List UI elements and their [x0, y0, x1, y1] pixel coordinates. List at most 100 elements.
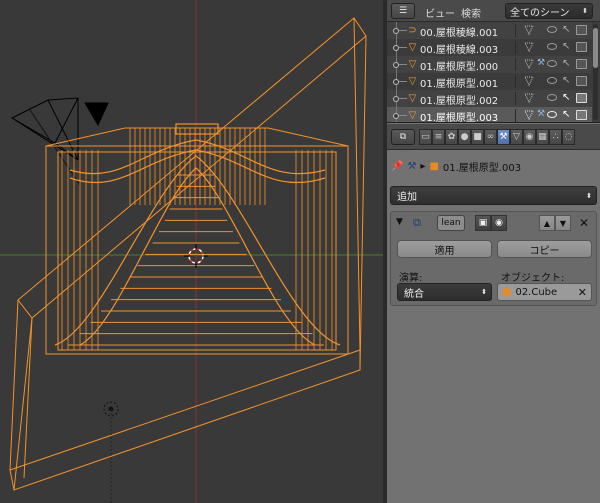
camera-render-icon[interactable]	[576, 42, 587, 52]
render-toggle-icon[interactable]: ▣	[475, 215, 491, 231]
lamp-object	[103, 401, 119, 503]
render-tab-icon[interactable]: ▭	[419, 129, 432, 145]
camera-render-icon[interactable]	[576, 110, 587, 120]
editor-type-menu-icon[interactable]: ☰	[391, 3, 415, 19]
camera-render-icon[interactable]	[576, 59, 587, 69]
modifier-header: ▼ ⧉ lean ▣ ◉ ▲ ▼ ✕	[391, 212, 596, 234]
modifier-name-field[interactable]: lean	[437, 215, 465, 231]
outliner-list: ⊃ 00.屋根稜線.001 ↖ ▽ 00.屋根稜線.003 ↖ ▽ 01.屋根原…	[387, 22, 592, 122]
modifier-move-buttons: ▲ ▼	[539, 215, 571, 231]
view-menu[interactable]: ビュー	[425, 5, 455, 20]
clear-field-icon[interactable]: ✕	[578, 286, 587, 299]
search-menu[interactable]: 検索	[461, 5, 481, 20]
diagonal-plane-bottom	[9, 349, 361, 491]
cursor-select-icon[interactable]: ↖	[562, 109, 570, 120]
outliner-row-label: 00.屋根稜線.001	[420, 28, 499, 39]
outliner-row-label: 01.屋根原型.003	[420, 113, 499, 122]
remove-modifier-close-icon[interactable]: ✕	[579, 216, 589, 230]
operation-label: 演算:	[399, 273, 423, 284]
copy-button[interactable]: コピー	[497, 240, 592, 258]
eye-icon[interactable]	[547, 111, 557, 118]
tree-expand-icon[interactable]	[393, 28, 399, 34]
eye-icon[interactable]	[547, 77, 557, 84]
cursor-select-icon[interactable]: ↖	[562, 92, 570, 103]
properties-body: 📌 ⚒ ▸ ■ 01.屋根原型.003 追加 ⬍ ▼ ⧉ lean ▣ ◉ ▲ …	[387, 151, 600, 503]
outliner-row-label: 01.屋根原型.002	[420, 96, 499, 107]
tree-expand-icon[interactable]	[393, 45, 399, 51]
move-up-icon[interactable]: ▲	[539, 215, 555, 231]
camera-render-icon[interactable]	[576, 76, 587, 86]
vertex-data-icon[interactable]	[523, 92, 535, 104]
mesh-icon: ▽	[408, 76, 417, 87]
vertex-data-icon[interactable]	[523, 24, 535, 36]
cursor-select-icon[interactable]: ↖	[562, 75, 570, 86]
outliner-row[interactable]: ▽ 01.屋根原型.000 ⚒ ↖	[387, 56, 592, 73]
material-tab-icon[interactable]: ◉	[523, 129, 536, 145]
outliner-row-label: 01.屋根原型.000	[420, 62, 499, 73]
3d-viewport[interactable]	[0, 0, 383, 503]
object-field[interactable]: ■ 02.Cube ✕	[497, 283, 592, 301]
modifiers-tab-wrench-icon[interactable]: ⚒	[497, 129, 510, 145]
viewport-toggle-eye-icon[interactable]: ◉	[491, 215, 507, 231]
boolean-modifier-panel: ▼ ⧉ lean ▣ ◉ ▲ ▼ ✕ 適用 コピー 演算: オブジェクト: 統合…	[390, 211, 597, 306]
vertex-data-icon[interactable]	[523, 41, 535, 53]
eye-icon[interactable]	[547, 94, 557, 101]
tree-expand-icon[interactable]	[393, 62, 399, 68]
curve-icon: ⊃	[408, 25, 417, 36]
outliner-row[interactable]: ▽ 01.屋根原型.001 ↖	[387, 73, 592, 90]
object-tab-icon[interactable]: ■	[471, 129, 484, 145]
breadcrumb-arrow-icon: ▸	[420, 161, 426, 172]
constraints-tab-icon[interactable]: ∞	[484, 129, 497, 145]
vertex-data-icon[interactable]	[523, 58, 535, 70]
texture-tab-icon[interactable]: ▦	[536, 129, 549, 145]
wrench-icon[interactable]: ⚒	[537, 58, 545, 68]
cursor-select-icon[interactable]: ↖	[562, 58, 570, 69]
viewport-canvas[interactable]	[0, 0, 383, 503]
mesh-icon: ▽	[408, 42, 417, 53]
move-down-icon[interactable]: ▼	[555, 215, 571, 231]
data-tab-icon[interactable]: ▽	[510, 129, 523, 145]
operation-value: 統合	[404, 288, 424, 300]
render-layers-tab-icon[interactable]: ≡	[432, 129, 445, 145]
pin-icon[interactable]: 📌	[391, 161, 403, 172]
tree-expand-icon[interactable]	[393, 113, 399, 119]
mesh-icon: ▽	[408, 93, 417, 104]
eye-icon[interactable]	[547, 43, 557, 50]
mesh-icon: ▽	[408, 59, 417, 70]
object-hierarchy-icon: ⚒	[407, 161, 417, 172]
object-field-value: 02.Cube	[515, 286, 558, 298]
display-mode-select[interactable]: 全てのシーン ⬍	[505, 3, 593, 19]
outliner-scrollbar[interactable]	[593, 24, 598, 120]
outliner-row-label: 01.屋根原型.001	[420, 79, 499, 90]
cursor-select-icon[interactable]: ↖	[562, 41, 570, 52]
updown-arrow-icon: ⬍	[481, 288, 487, 296]
vertex-data-icon[interactable]	[523, 109, 535, 121]
eye-icon[interactable]	[547, 26, 557, 33]
particles-tab-icon[interactable]: ∴	[549, 129, 562, 145]
properties-editor-menu-icon[interactable]: ⧉	[391, 129, 415, 145]
eye-icon[interactable]	[547, 60, 557, 67]
outliner-row[interactable]: ⊃ 00.屋根稜線.001 ↖	[387, 22, 592, 39]
apply-button[interactable]: 適用	[397, 240, 492, 258]
object-label: オブジェクト:	[501, 273, 565, 284]
collapse-triangle-icon[interactable]: ▼	[396, 217, 403, 227]
outliner-row-active[interactable]: ▽ 01.屋根原型.003 ⚒ ↖	[387, 107, 592, 122]
operation-select[interactable]: 統合 ⬍	[397, 283, 492, 301]
properties-tabs: ▭ ≡ ✿ ● ■ ∞ ⚒ ▽ ◉ ▦ ∴ ◌	[419, 129, 575, 145]
physics-tab-icon[interactable]: ◌	[562, 129, 575, 145]
tree-expand-icon[interactable]	[393, 96, 399, 102]
boolean-modifier-icon: ⧉	[413, 216, 421, 229]
outliner-row[interactable]: ▽ 00.屋根稜線.003 ↖	[387, 39, 592, 56]
scene-tab-icon[interactable]: ✿	[445, 129, 458, 145]
add-modifier-dropdown[interactable]: 追加 ⬍	[390, 186, 597, 205]
wrench-icon[interactable]: ⚒	[537, 109, 545, 119]
camera-render-icon[interactable]	[576, 93, 587, 103]
camera-render-icon[interactable]	[576, 25, 587, 35]
tree-expand-icon[interactable]	[393, 79, 399, 85]
cursor-select-icon[interactable]: ↖	[562, 24, 570, 35]
vertex-data-icon[interactable]	[523, 75, 535, 87]
cube-object-icon: ■	[429, 161, 439, 172]
world-tab-icon[interactable]: ●	[458, 129, 471, 145]
updown-arrow-icon: ⬍	[582, 7, 588, 15]
outliner-row[interactable]: ▽ 01.屋根原型.002 ↖	[387, 90, 592, 107]
